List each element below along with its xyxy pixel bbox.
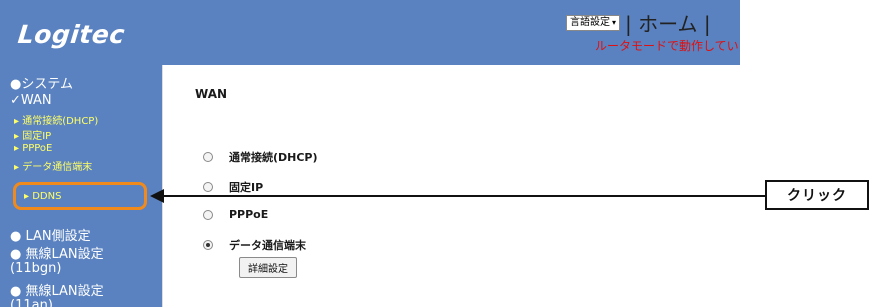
sidebar-item-wireless-bgn[interactable]: ● 無線LAN設定 bbox=[10, 243, 104, 262]
radio-pppoe[interactable] bbox=[203, 209, 213, 220]
language-select[interactable]: 言語設定 ▾ bbox=[566, 15, 621, 31]
sidebar-item-pppoe[interactable]: ▸ PPPoE bbox=[14, 143, 52, 154]
sidebar-item-lan[interactable]: ● LAN側設定 bbox=[10, 225, 91, 244]
logitec-logo: Logitec bbox=[16, 20, 127, 49]
click-callout: クリック bbox=[765, 180, 869, 210]
ddns-highlight bbox=[13, 182, 147, 210]
option-pppoe[interactable]: PPPoE bbox=[203, 208, 268, 221]
option-pppoe-label: PPPoE bbox=[229, 208, 269, 221]
callout-arrow-line bbox=[155, 195, 770, 197]
sidebar-item-dhcp[interactable]: ▸ 通常接続(DHCP) bbox=[14, 112, 98, 127]
sidebar-item-wireless-an[interactable]: ● 無線LAN設定 bbox=[10, 280, 104, 299]
option-static-ip[interactable]: 固定IP bbox=[203, 179, 263, 195]
detail-settings-button[interactable]: 詳細設定 bbox=[239, 257, 297, 278]
chevron-down-icon: ▾ bbox=[612, 18, 617, 27]
sidebar-item-static-ip[interactable]: ▸ 固定IP bbox=[14, 127, 51, 142]
main-content: WAN 通常接続(DHCP) 固定IP PPPoE データ通信端末 詳細設定 bbox=[162, 65, 740, 307]
option-data-terminal[interactable]: データ通信端末 bbox=[203, 237, 306, 253]
mode-message: ルータモードで動作しています。 bbox=[595, 39, 740, 53]
home-link[interactable]: | ホーム | bbox=[625, 8, 711, 37]
header-bar: Logitec 言語設定 ▾ | ホーム | ルータモードで動作しています。 bbox=[0, 0, 740, 65]
option-dhcp-label: 通常接続(DHCP) bbox=[229, 151, 318, 164]
option-dhcp[interactable]: 通常接続(DHCP) bbox=[203, 149, 318, 165]
option-data-terminal-label: データ通信端末 bbox=[229, 239, 306, 252]
option-static-ip-label: 固定IP bbox=[229, 181, 264, 194]
router-admin-window: Logitec 言語設定 ▾ | ホーム | ルータモードで動作しています。 ●… bbox=[0, 0, 740, 307]
sidebar-item-wan[interactable]: ✓WAN bbox=[10, 93, 52, 108]
sidebar-item-wireless-an-sub: (11an) bbox=[10, 298, 53, 307]
sidebar-item-data-terminal[interactable]: ▸ データ通信端末 bbox=[14, 158, 92, 173]
sidebar-item-system[interactable]: ●システム bbox=[10, 73, 73, 92]
sidebar-item-wireless-bgn-sub: (11bgn) bbox=[10, 261, 62, 276]
radio-dhcp[interactable] bbox=[203, 152, 213, 162]
radio-static-ip[interactable] bbox=[203, 182, 213, 192]
radio-data-terminal[interactable] bbox=[203, 240, 213, 250]
page-title: WAN bbox=[195, 87, 228, 101]
arrow-left-icon bbox=[150, 189, 164, 203]
language-select-label: 言語設定 bbox=[570, 17, 610, 28]
